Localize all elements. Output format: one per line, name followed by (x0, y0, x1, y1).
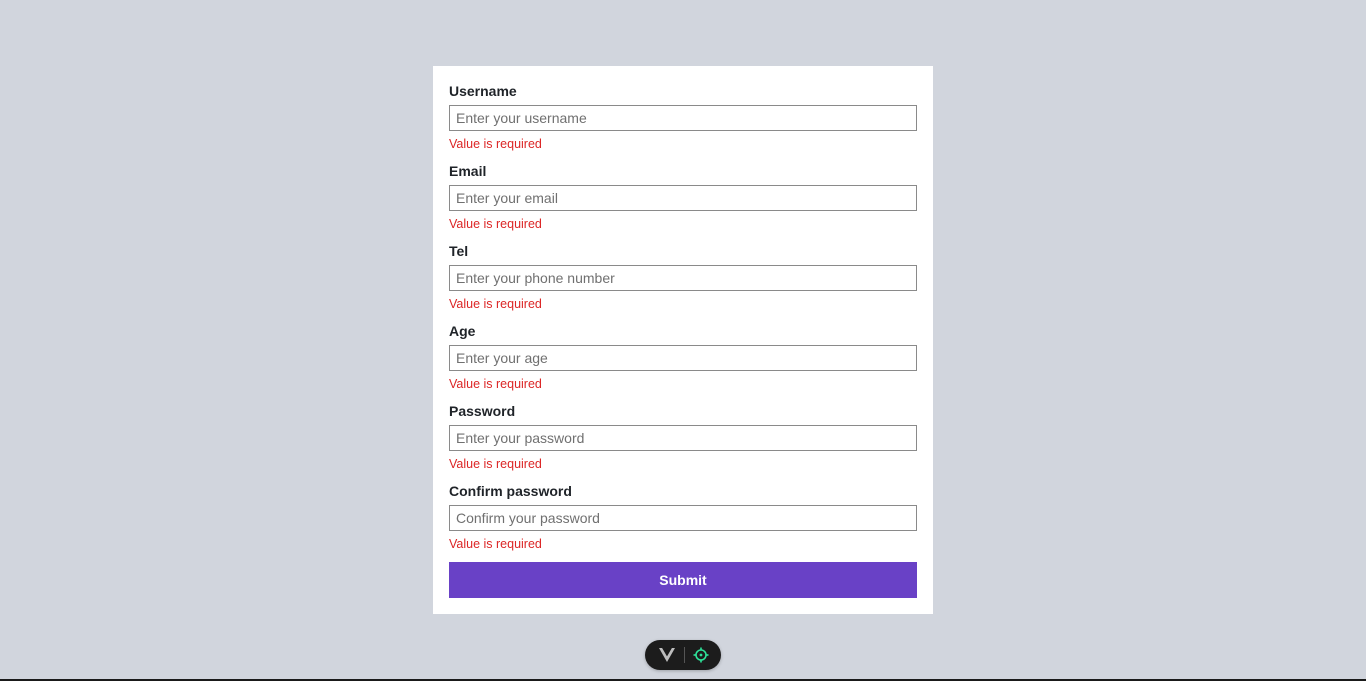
username-label: Username (449, 83, 517, 99)
devtools-toolbar (645, 640, 721, 670)
age-input[interactable] (449, 345, 917, 371)
password-error: Value is required (449, 457, 542, 471)
confirm-password-label: Confirm password (449, 483, 572, 499)
confirm-password-input[interactable] (449, 505, 917, 531)
email-input[interactable] (449, 185, 917, 211)
tel-input[interactable] (449, 265, 917, 291)
tel-label: Tel (449, 243, 469, 259)
confirm-password-field-group: Confirm password Value is required (449, 482, 917, 562)
password-field-group: Password Value is required (449, 402, 917, 482)
username-field-group: Username Value is required (449, 82, 917, 162)
age-error: Value is required (449, 377, 542, 391)
age-field-group: Age Value is required (449, 322, 917, 402)
username-error: Value is required (449, 137, 542, 151)
email-error: Value is required (449, 217, 542, 231)
password-label: Password (449, 403, 516, 419)
confirm-password-error: Value is required (449, 537, 542, 551)
password-input[interactable] (449, 425, 917, 451)
username-input[interactable] (449, 105, 917, 131)
devtools-divider (683, 647, 685, 663)
crosshair-icon[interactable] (692, 646, 710, 664)
email-label: Email (449, 163, 487, 179)
vue-logo-icon[interactable] (658, 646, 676, 664)
age-label: Age (449, 323, 476, 339)
email-field-group: Email Value is required (449, 162, 917, 242)
tel-field-group: Tel Value is required (449, 242, 917, 322)
signup-form: Username Value is required Email Value i… (433, 66, 933, 614)
tel-error: Value is required (449, 297, 542, 311)
submit-button[interactable]: Submit (449, 562, 917, 598)
